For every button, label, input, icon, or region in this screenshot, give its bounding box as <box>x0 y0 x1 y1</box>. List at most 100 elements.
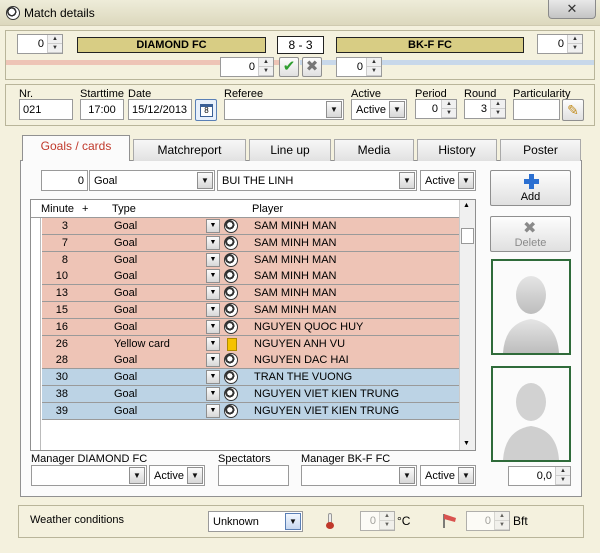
type-select[interactable]: Goal ▼ <box>89 170 215 191</box>
chevron-down-icon[interactable]: ▼ <box>206 336 220 351</box>
spin-up-icon[interactable]: ▲ <box>556 467 570 476</box>
home-sub-stepper[interactable]: 0 ▲ ▼ <box>220 57 274 77</box>
manager-home-select[interactable]: ▼ <box>31 465 147 486</box>
table-scrollbar[interactable]: ▲ ▼ <box>459 200 475 450</box>
table-row[interactable]: 3 Goal ▼ SAM MINH MAN <box>42 218 459 235</box>
spin-up-icon[interactable]: ▲ <box>495 512 509 521</box>
chevron-down-icon[interactable]: ▼ <box>206 286 220 301</box>
edit-button[interactable]: ✎ <box>562 99 584 121</box>
tab-line-up[interactable]: Line up <box>249 139 331 161</box>
chevron-down-icon[interactable]: ▼ <box>206 219 220 233</box>
spin-down-icon[interactable]: ▼ <box>568 44 582 53</box>
particularity-field[interactable] <box>513 99 560 120</box>
chevron-down-icon[interactable]: ▼ <box>206 387 220 401</box>
table-row[interactable]: 28 Goal ▼ NGUYEN DAC HAI <box>42 352 459 370</box>
tab-media[interactable]: Media <box>334 139 414 161</box>
chevron-down-icon[interactable]: ▼ <box>458 467 474 484</box>
home-player-photo[interactable] <box>491 259 571 355</box>
chevron-down-icon[interactable]: ▼ <box>206 252 220 267</box>
chevron-down-icon[interactable]: ▼ <box>285 513 301 530</box>
player-select[interactable]: BUI THE LINH ▼ <box>217 170 417 191</box>
away-player-photo[interactable] <box>491 366 571 462</box>
scroll-up-icon[interactable]: ▲ <box>463 202 470 209</box>
spin-up-icon[interactable]: ▲ <box>367 58 381 67</box>
score-field[interactable]: 8 - 3 <box>277 36 324 54</box>
table-row[interactable]: 16 Goal ▼ NGUYEN QUOC HUY <box>42 318 459 336</box>
scroll-thumb[interactable] <box>461 228 474 244</box>
spin-up-icon[interactable]: ▲ <box>442 100 456 109</box>
status-select[interactable]: Active ▼ <box>420 170 476 191</box>
spin-up-icon[interactable]: ▲ <box>48 35 62 44</box>
chevron-down-icon[interactable]: ▼ <box>399 172 415 189</box>
chevron-down-icon[interactable]: ▼ <box>206 403 220 418</box>
col-player[interactable]: Player <box>252 203 283 215</box>
chevron-down-icon[interactable]: ▼ <box>129 467 145 484</box>
manager-home-status-select[interactable]: Active ▼ <box>149 465 205 486</box>
spectators-field[interactable] <box>218 465 289 486</box>
calendar-button[interactable]: 8 <box>195 99 217 121</box>
chevron-down-icon[interactable]: ▼ <box>187 467 203 484</box>
active-select[interactable]: Active ▼ <box>351 99 407 120</box>
delete-button[interactable]: ✖ Delete <box>490 216 571 252</box>
date-field[interactable]: 15/12/2013 <box>128 99 192 120</box>
spin-down-icon[interactable]: ▼ <box>259 67 273 76</box>
chevron-down-icon[interactable]: ▼ <box>206 303 220 317</box>
spin-down-icon[interactable]: ▼ <box>380 521 394 530</box>
manager-away-status-select[interactable]: Active ▼ <box>420 465 476 486</box>
tab-history[interactable]: History <box>417 139 497 161</box>
table-row[interactable]: 26 Yellow card ▼ NGUYEN ANH VU <box>42 335 459 353</box>
chevron-down-icon[interactable]: ▼ <box>206 235 220 250</box>
chevron-down-icon[interactable]: ▼ <box>206 353 220 368</box>
spin-up-icon[interactable]: ▲ <box>491 100 505 109</box>
close-button[interactable]: ✕ <box>548 0 596 19</box>
spin-down-icon[interactable]: ▼ <box>556 476 570 485</box>
period-stepper[interactable]: 0 ▲ ▼ <box>415 99 457 119</box>
away-sub-stepper[interactable]: 0 ▲ ▼ <box>336 57 382 77</box>
chevron-down-icon[interactable]: ▼ <box>206 319 220 334</box>
spin-down-icon[interactable]: ▼ <box>495 521 509 530</box>
temperature-stepper[interactable]: 0 ▲ ▼ <box>360 511 395 531</box>
spin-down-icon[interactable]: ▼ <box>48 44 62 53</box>
chevron-down-icon[interactable]: ▼ <box>399 467 415 484</box>
chevron-down-icon[interactable]: ▼ <box>326 101 342 118</box>
table-row[interactable]: 39 Goal ▼ NGUYEN VIET KIEN TRUNG <box>42 402 459 420</box>
tab-matchreport[interactable]: Matchreport <box>133 139 246 161</box>
chevron-down-icon[interactable]: ▼ <box>206 269 220 284</box>
weather-select[interactable]: Unknown ▼ <box>208 511 303 532</box>
tab-poster[interactable]: Poster <box>500 139 581 161</box>
table-row[interactable]: 38 Goal ▼ NGUYEN VIET KIEN TRUNG <box>42 386 459 403</box>
spin-down-icon[interactable]: ▼ <box>442 109 456 118</box>
table-row[interactable]: 13 Goal ▼ SAM MINH MAN <box>42 285 459 303</box>
chevron-down-icon[interactable]: ▼ <box>458 172 474 189</box>
table-row[interactable]: 15 Goal ▼ SAM MINH MAN <box>42 302 459 319</box>
spin-down-icon[interactable]: ▼ <box>367 67 381 76</box>
minute-input[interactable]: 0 <box>41 170 88 191</box>
col-plus[interactable]: + <box>82 203 88 215</box>
chevron-down-icon[interactable]: ▼ <box>389 101 405 118</box>
col-minute[interactable]: Minute <box>41 203 74 215</box>
table-row[interactable]: 7 Goal ▼ SAM MINH MAN <box>42 234 459 252</box>
tab-goals-cards[interactable]: Goals / cards <box>22 135 130 161</box>
starttime-field[interactable]: 17:00 <box>80 99 124 120</box>
round-stepper[interactable]: 3 ▲ ▼ <box>464 99 506 119</box>
table-row[interactable]: 30 Goal ▼ TRAN THE VUONG <box>42 369 459 387</box>
manager-away-select[interactable]: ▼ <box>301 465 417 486</box>
spin-up-icon[interactable]: ▲ <box>380 512 394 521</box>
nr-field[interactable]: 021 <box>19 99 73 120</box>
chevron-down-icon[interactable]: ▼ <box>197 172 213 189</box>
table-row[interactable]: 8 Goal ▼ SAM MINH MAN <box>42 251 459 269</box>
spin-down-icon[interactable]: ▼ <box>491 109 505 118</box>
col-type[interactable]: Type <box>112 203 136 215</box>
table-row[interactable]: 10 Goal ▼ SAM MINH MAN <box>42 268 459 286</box>
add-button[interactable]: Add <box>490 170 571 206</box>
scroll-down-icon[interactable]: ▼ <box>463 440 470 447</box>
cancel-button[interactable]: ✖ <box>302 57 322 77</box>
referee-select[interactable]: ▼ <box>224 99 344 120</box>
rating-stepper[interactable]: 0,0 ▲ ▼ <box>508 466 571 486</box>
home-points-stepper[interactable]: 0 ▲ ▼ <box>17 34 63 54</box>
spin-up-icon[interactable]: ▲ <box>259 58 273 67</box>
wind-stepper[interactable]: 0 ▲ ▼ <box>466 511 510 531</box>
spin-up-icon[interactable]: ▲ <box>568 35 582 44</box>
chevron-down-icon[interactable]: ▼ <box>206 370 220 385</box>
confirm-button[interactable]: ✔ <box>279 57 299 77</box>
